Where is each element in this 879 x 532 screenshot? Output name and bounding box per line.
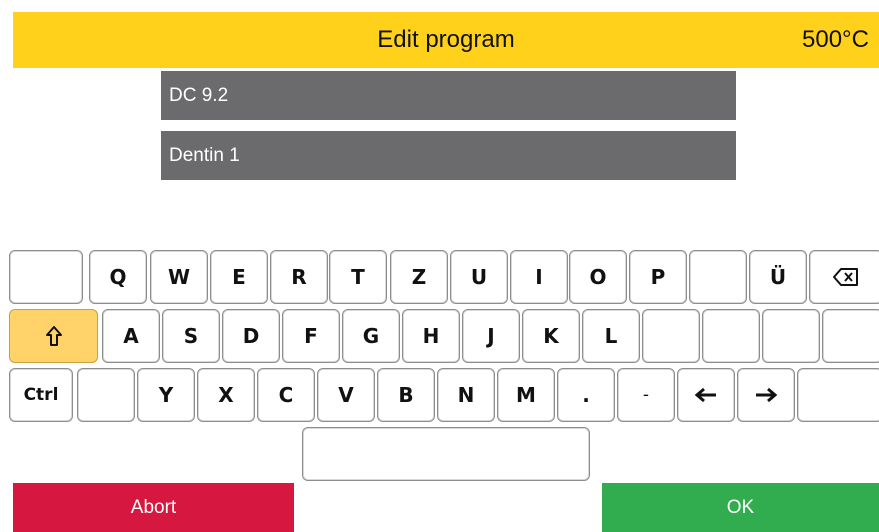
key-i[interactable]: I — [510, 250, 568, 304]
key-left-arrow[interactable] — [677, 368, 735, 422]
key-u-umlaut[interactable]: Ü — [749, 250, 807, 304]
right-arrow-icon — [756, 387, 778, 403]
program-field-line1[interactable]: DC 9.2 — [161, 71, 736, 120]
key-w[interactable]: W — [150, 250, 208, 304]
key-hyphen[interactable]: - — [617, 368, 675, 422]
key-v[interactable]: V — [317, 368, 375, 422]
key-x[interactable]: X — [197, 368, 255, 422]
key-d[interactable]: D — [222, 309, 280, 363]
key-e[interactable]: E — [210, 250, 268, 304]
key-m[interactable]: M — [497, 368, 555, 422]
key-a[interactable]: A — [102, 309, 160, 363]
key-u[interactable]: U — [450, 250, 508, 304]
key-blank-r1-0[interactable] — [9, 250, 83, 304]
key-j[interactable]: J — [462, 309, 520, 363]
key-z[interactable]: Z — [390, 250, 448, 304]
key-right-arrow[interactable] — [737, 368, 795, 422]
key-ctrl[interactable]: Ctrl — [9, 368, 73, 422]
key-t[interactable]: T — [329, 250, 387, 304]
key-h[interactable]: H — [402, 309, 460, 363]
key-c[interactable]: C — [257, 368, 315, 422]
key-b[interactable]: B — [377, 368, 435, 422]
key-g[interactable]: G — [342, 309, 400, 363]
key-n[interactable]: N — [437, 368, 495, 422]
key-o[interactable]: O — [569, 250, 627, 304]
temperature-readout: 500°C — [802, 26, 869, 53]
ok-button[interactable]: OK — [602, 483, 879, 532]
key-blank-r2-12[interactable] — [762, 309, 820, 363]
key-blank-r1-11[interactable] — [689, 250, 747, 304]
key-k[interactable]: K — [522, 309, 580, 363]
key-shift[interactable] — [9, 309, 98, 363]
program-field-line2[interactable]: Dentin 1 — [161, 131, 736, 180]
key-period[interactable]: . — [557, 368, 615, 422]
key-s[interactable]: S — [162, 309, 220, 363]
header-bar: Edit program 500°C — [13, 12, 879, 68]
shift-up-arrow-icon — [45, 326, 62, 346]
left-arrow-icon — [694, 387, 716, 403]
page-title: Edit program — [377, 26, 515, 53]
abort-button[interactable]: Abort — [13, 483, 294, 532]
key-y[interactable]: Y — [137, 368, 195, 422]
key-p[interactable]: P — [629, 250, 687, 304]
key-blank-r2-11[interactable] — [702, 309, 760, 363]
key-blank-r3-1[interactable] — [77, 368, 135, 422]
key-backspace[interactable] — [809, 250, 879, 304]
key-r[interactable]: R — [270, 250, 328, 304]
key-f[interactable]: F — [282, 309, 340, 363]
backspace-icon — [833, 268, 858, 286]
key-space[interactable] — [302, 427, 590, 481]
key-blank-r3-13[interactable] — [797, 368, 879, 422]
key-blank-r2-13[interactable] — [822, 309, 879, 363]
key-blank-r2-10[interactable] — [642, 309, 700, 363]
key-l[interactable]: L — [582, 309, 640, 363]
key-q[interactable]: Q — [89, 250, 147, 304]
